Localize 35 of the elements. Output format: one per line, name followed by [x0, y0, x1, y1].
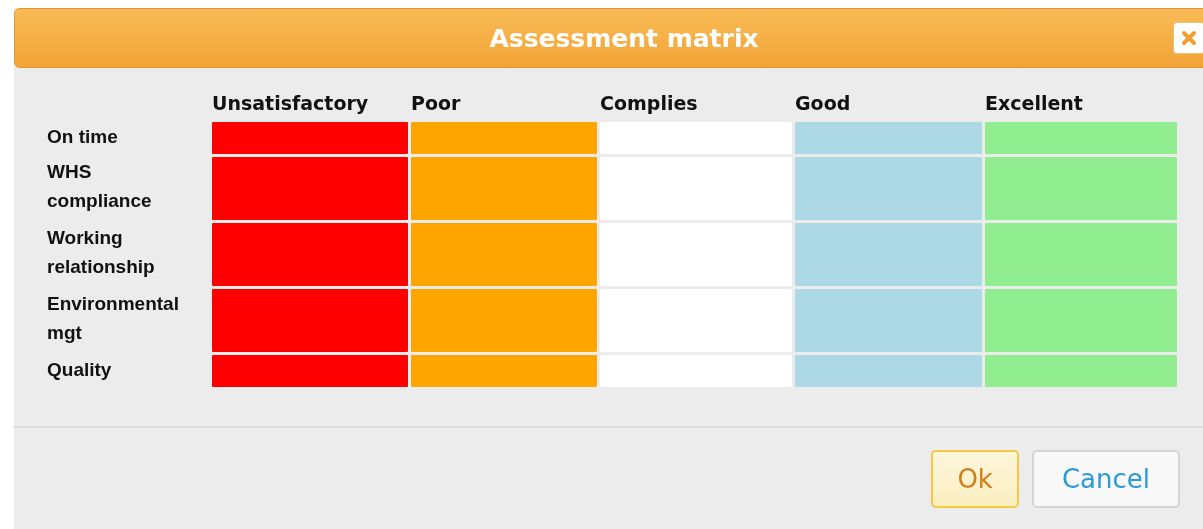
close-icon	[1181, 30, 1197, 46]
column-header: Good	[795, 92, 852, 116]
matrix-cell[interactable]	[985, 157, 1177, 220]
matrix-cell[interactable]	[985, 122, 1177, 154]
row-label: Working relationship	[47, 226, 156, 279]
cancel-button[interactable]: Cancel	[1031, 450, 1180, 508]
matrix-cell[interactable]	[795, 289, 982, 352]
matrix-cell[interactable]	[212, 122, 408, 154]
column-header: Excellent	[985, 92, 1084, 116]
matrix-cell[interactable]	[795, 122, 982, 154]
row-label: On time	[47, 125, 119, 149]
matrix-cell[interactable]	[985, 223, 1177, 286]
matrix-cell[interactable]	[795, 223, 982, 286]
matrix-cell[interactable]	[795, 355, 982, 387]
close-button[interactable]	[1173, 22, 1203, 54]
matrix-cell[interactable]	[212, 157, 408, 220]
matrix-cell[interactable]	[985, 355, 1177, 387]
column-header: Poor	[411, 92, 462, 116]
row-label: Environmental mgt	[47, 292, 180, 345]
matrix-cell[interactable]	[985, 289, 1177, 352]
row-label: Quality	[47, 358, 113, 382]
matrix-cell[interactable]	[212, 223, 408, 286]
matrix-cell[interactable]	[212, 289, 408, 352]
matrix-cell[interactable]	[411, 355, 597, 387]
matrix-cell[interactable]	[411, 223, 597, 286]
column-header: Unsatisfactory	[212, 92, 370, 116]
matrix-cell[interactable]	[411, 157, 597, 220]
matrix-cell[interactable]	[795, 157, 982, 220]
column-header: Complies	[600, 92, 699, 116]
row-label: WHS compliance	[47, 160, 153, 213]
ok-button[interactable]: Ok	[931, 450, 1019, 508]
matrix-cell[interactable]	[212, 355, 408, 387]
matrix-cell[interactable]	[411, 122, 597, 154]
window-title: Assessment matrix	[489, 23, 759, 53]
matrix-cell[interactable]	[411, 289, 597, 352]
